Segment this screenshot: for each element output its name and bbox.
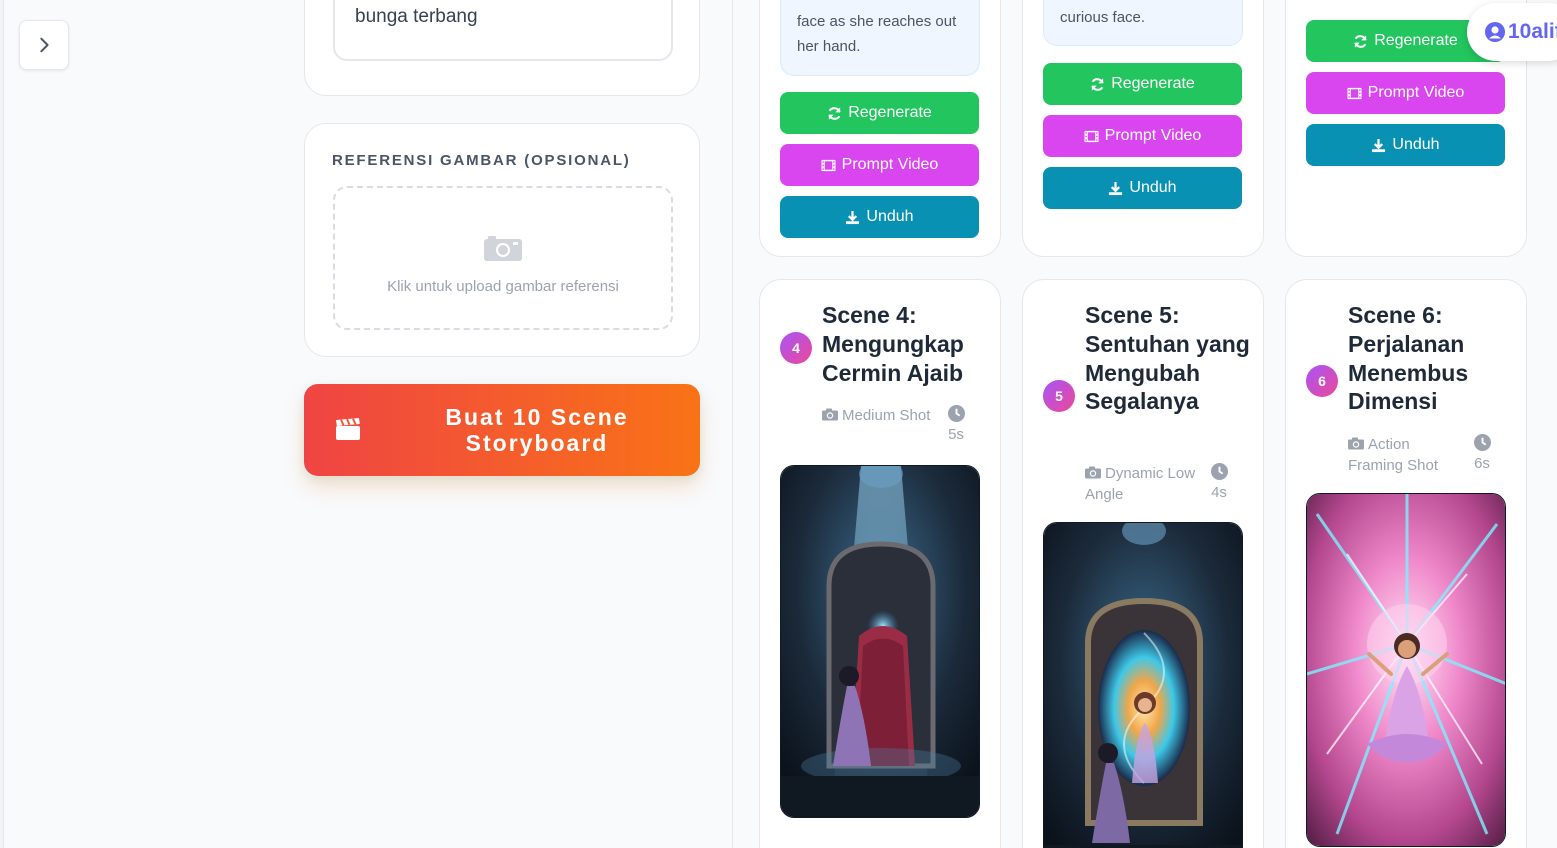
camera-icon: [484, 236, 522, 261]
prompt-text: dunia peri penuh pelangi dan bunga terba…: [355, 6, 478, 27]
download-label: Unduh: [1129, 179, 1177, 196]
scene-description: curious face.: [1043, 0, 1243, 46]
scene-description-text: face as she reaches out her hand.: [797, 13, 957, 55]
scene-title: Scene 4: Mengungkap Cermin Ajaib: [822, 302, 964, 386]
scene-image[interactable]: [1043, 522, 1243, 848]
clock-icon: [947, 405, 965, 422]
scene-description-text: curious face.: [1060, 9, 1146, 26]
prompt-video-label: Prompt Video: [1367, 84, 1465, 101]
scene-duration: 4s: [1207, 463, 1231, 503]
chevron-right-icon: [40, 37, 49, 53]
duration-label: 5s: [948, 426, 964, 443]
duration-label: 4s: [1211, 484, 1227, 501]
camera-icon: [1348, 437, 1364, 450]
scene-duration: 5s: [944, 405, 968, 445]
clock-icon: [1210, 463, 1228, 480]
prompt-video-button[interactable]: Prompt Video: [1043, 115, 1242, 157]
camera-icon: [822, 408, 838, 421]
scene-title: Scene 5: Sentuhan yang Mengubah Segalany…: [1085, 302, 1250, 415]
scene-image[interactable]: [1306, 493, 1506, 847]
upload-dropzone[interactable]: Klik untuk upload gambar referensi: [333, 186, 673, 330]
scene-5-illustration: [1044, 523, 1242, 848]
download-icon: [846, 210, 860, 224]
prompt-video-button[interactable]: Prompt Video: [780, 144, 979, 186]
user-account-chip[interactable]: 10alif: [1467, 3, 1557, 61]
download-label: Unduh: [1392, 136, 1440, 153]
prompt-video-label: Prompt Video: [1104, 127, 1202, 144]
scene-6-illustration: [1307, 494, 1505, 846]
scene-4-illustration: [781, 466, 979, 817]
shot-type: Action Framing Shot: [1348, 434, 1460, 476]
download-icon: [1372, 138, 1386, 152]
regenerate-label: Regenerate: [1374, 32, 1458, 49]
clapperboard-icon: [336, 418, 360, 440]
film-icon: [1084, 130, 1099, 142]
generate-storyboard-button[interactable]: Buat 10 Scene Storyboard: [304, 384, 700, 476]
regenerate-label: Regenerate: [848, 104, 932, 121]
download-label: Unduh: [866, 208, 914, 225]
prompt-card: dunia peri penuh pelangi dan bunga terba…: [304, 0, 700, 96]
refresh-icon: [828, 106, 841, 120]
prompt-video-button[interactable]: Prompt Video: [1306, 72, 1505, 114]
download-button[interactable]: Unduh: [780, 196, 979, 238]
shot-type-label: Dynamic Low Angle: [1085, 465, 1196, 503]
scene-description: face as she reaches out her hand.: [780, 0, 980, 76]
shot-type: Dynamic Low Angle: [1085, 463, 1197, 505]
shot-type: Medium Shot: [822, 405, 934, 426]
sidebar-toggle-button[interactable]: [19, 20, 69, 70]
regenerate-label: Regenerate: [1111, 75, 1195, 92]
scene-card-2: curious face. Regenerate Prompt Video Un…: [1022, 0, 1264, 257]
scene-card-4: 4 Scene 4: Mengungkap Cermin Ajaib Mediu…: [759, 279, 1001, 848]
scene-card-5: 5 Scene 5: Sentuhan yang Mengubah Segala…: [1022, 279, 1264, 848]
film-icon: [1347, 87, 1362, 99]
film-icon: [821, 159, 836, 171]
prompt-video-label: Prompt Video: [841, 156, 939, 173]
clock-icon: [1473, 434, 1491, 451]
upload-hint: Klik untuk upload gambar referensi: [387, 278, 619, 295]
download-button[interactable]: Unduh: [1306, 124, 1505, 166]
scene-number-badge: 6: [1306, 365, 1338, 397]
user-circle-icon: [1485, 22, 1505, 42]
reference-image-card: REFERENSI GAMBAR (OPSIONAL) Klik untuk u…: [304, 123, 700, 357]
username: 10alif: [1508, 20, 1557, 43]
prompt-textarea[interactable]: dunia peri penuh pelangi dan bunga terba…: [333, 0, 673, 61]
scene-image[interactable]: [780, 465, 980, 818]
download-button[interactable]: Unduh: [1043, 167, 1242, 209]
scene-card-1: face as she reaches out her hand. Regene…: [759, 0, 1001, 257]
scene-card-6: 6 Scene 6: Perjalanan Menembus Dimensi A…: [1285, 279, 1527, 848]
scene-duration: 6s: [1470, 434, 1494, 474]
shot-type-label: Medium Shot: [842, 407, 931, 424]
download-icon: [1109, 181, 1123, 195]
camera-icon: [1085, 466, 1101, 479]
regenerate-button[interactable]: Regenerate: [1043, 63, 1242, 105]
scene-number-badge: 4: [780, 332, 812, 364]
refresh-icon: [1091, 77, 1104, 91]
refresh-icon: [1354, 34, 1367, 48]
duration-label: 6s: [1474, 455, 1490, 472]
scene-number-badge: 5: [1043, 380, 1075, 412]
regenerate-button[interactable]: Regenerate: [780, 92, 979, 134]
generate-storyboard-label: Buat 10 Scene Storyboard: [445, 404, 629, 456]
scene-title: Scene 6: Perjalanan Menembus Dimensi: [1348, 302, 1469, 415]
reference-label: REFERENSI GAMBAR (OPSIONAL): [332, 152, 631, 169]
